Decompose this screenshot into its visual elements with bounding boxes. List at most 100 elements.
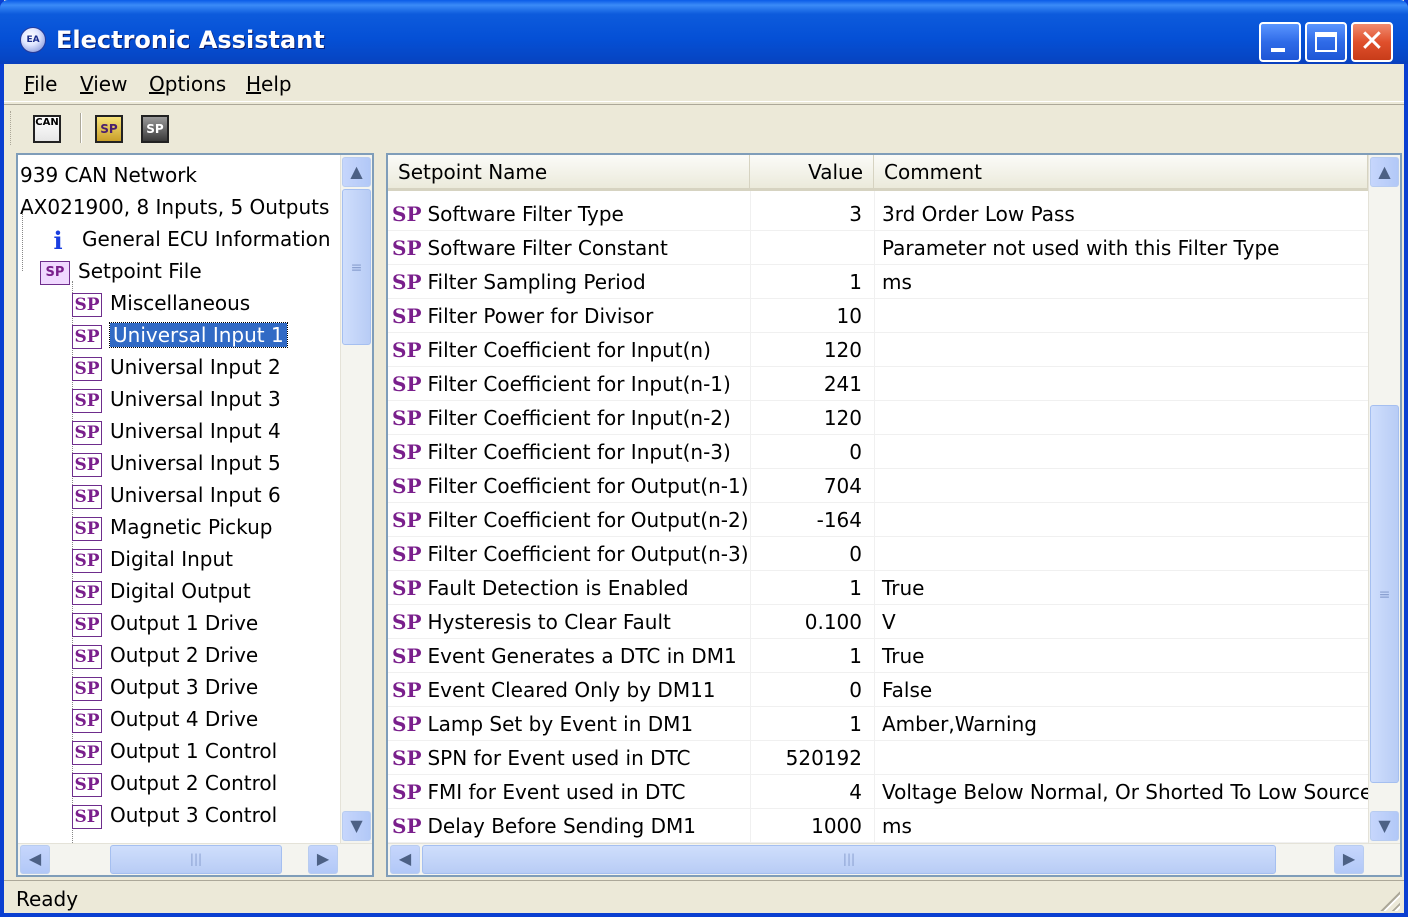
list-horizontal-scrollbar[interactable]: ◀ ||| ▶ <box>388 843 1400 875</box>
setpoint-value[interactable]: 3 <box>750 197 862 231</box>
setpoint-value[interactable]: 120 <box>750 401 862 435</box>
tree-node-setpoint-file[interactable]: SP Setpoint File <box>40 255 202 287</box>
setpoint-row[interactable]: SP Filter Coefficient for Input(n-3) 0 <box>388 435 1368 469</box>
setpoint-list[interactable]: Setpoint Name Value Comment SP Software F… <box>386 153 1402 877</box>
setpoint-value[interactable]: 1 <box>750 571 862 605</box>
tree-node-setpoint-group[interactable]: SP Output 3 Control <box>72 799 277 831</box>
scroll-up-button[interactable]: ▲ <box>342 157 371 187</box>
scroll-down-button[interactable]: ▼ <box>1370 811 1399 841</box>
setpoint-row[interactable]: SP Filter Coefficient for Input(n-1) 241 <box>388 367 1368 401</box>
save-setpoint-button[interactable]: SP <box>140 115 170 145</box>
scroll-right-button[interactable]: ▶ <box>1334 845 1364 874</box>
setpoint-value[interactable]: 10 <box>750 299 862 333</box>
setpoint-row[interactable]: SP Filter Power for Divisor 10 <box>388 299 1368 333</box>
tree-node-setpoint-group[interactable]: SP Output 4 Drive <box>72 703 258 735</box>
setpoint-row[interactable]: SP SPN for Event used in DTC 520192 <box>388 741 1368 775</box>
tree-node-setpoint-group[interactable]: SP Magnetic Pickup <box>72 511 272 543</box>
tree-node-setpoint-group[interactable]: SP Universal Input 3 <box>72 383 281 415</box>
tree-node-setpoint-group[interactable]: SP Output 2 Drive <box>72 639 258 671</box>
menu-file[interactable]: File <box>24 72 57 96</box>
setpoint-row[interactable]: SP Filter Coefficient for Input(n) 120 <box>388 333 1368 367</box>
tree-node-setpoint-group[interactable]: SP Output 1 Drive <box>72 607 258 639</box>
tree-node-setpoint-group[interactable]: SP Miscellaneous <box>72 287 250 319</box>
open-setpoint-button[interactable]: SP <box>94 115 124 145</box>
setpoint-row[interactable]: SP Lamp Set by Event in DM1 1 Amber,Warning <box>388 707 1368 741</box>
tree-node-setpoint-group[interactable]: SP Output 3 Drive <box>72 671 258 703</box>
setpoint-value[interactable]: 1000 <box>750 809 862 843</box>
setpoint-row[interactable]: SP Event Cleared Only by DM11 0 False <box>388 673 1368 707</box>
list-vertical-scrollbar[interactable]: ▲ ≡ ▼ <box>1368 155 1400 843</box>
setpoint-value[interactable]: 520192 <box>750 741 862 775</box>
tree-node-setpoint-group[interactable]: SP Universal Input 4 <box>72 415 281 447</box>
setpoint-value[interactable]: 120 <box>750 333 862 367</box>
setpoint-row[interactable]: SP Delay Before Sending DM1 1000 ms <box>388 809 1368 843</box>
tree-node-setpoint-group[interactable]: SP Universal Input 1 <box>72 319 288 351</box>
tree-node-setpoint-group[interactable]: SP Universal Input 6 <box>72 479 281 511</box>
scroll-thumb[interactable]: ||| <box>422 845 1276 874</box>
setpoint-row[interactable]: SP Filter Coefficient for Output(n-1) 704 <box>388 469 1368 503</box>
setpoint-icon: SP <box>72 356 102 381</box>
setpoint-value[interactable]: 1 <box>750 707 862 741</box>
setpoint-comment: Amber,Warning <box>882 712 1037 736</box>
scroll-thumb[interactable]: ≡ <box>342 189 371 345</box>
setpoint-row[interactable]: SP Filter Coefficient for Output(n-3) 0 <box>388 537 1368 571</box>
tree-horizontal-scrollbar[interactable]: ◀ ||| ▶ <box>18 843 372 875</box>
title-bar[interactable]: EA Electronic Assistant ✕ <box>0 0 1408 64</box>
scroll-thumb[interactable]: ||| <box>110 845 282 874</box>
tree-node-setpoint-group[interactable]: SP Output 1 Control <box>72 735 277 767</box>
tree-node-setpoint-group[interactable]: SP Universal Input 2 <box>72 351 281 383</box>
setpoint-name: Filter Power for Divisor <box>427 304 654 328</box>
setpoint-row[interactable]: SP Filter Coefficient for Output(n-2) -164 <box>388 503 1368 537</box>
scroll-down-button[interactable]: ▼ <box>342 811 371 841</box>
setpoint-icon: SP <box>72 484 102 509</box>
can-connect-button[interactable]: CAN <box>32 115 62 145</box>
scroll-thumb[interactable]: ≡ <box>1370 405 1399 783</box>
tree-vertical-scrollbar[interactable]: ▲ ≡ ▼ <box>340 155 372 843</box>
column-header-comment[interactable]: Comment <box>874 155 1368 191</box>
menu-options[interactable]: Options <box>149 72 226 96</box>
setpoint-value[interactable]: 1 <box>750 639 862 673</box>
tree-view[interactable]: 939 CAN Network AX021900, 8 Inputs, 5 Ou… <box>16 153 374 877</box>
setpoint-value[interactable]: 0 <box>750 537 862 571</box>
tree-node-can-network[interactable]: 939 CAN Network <box>20 159 197 191</box>
setpoint-row[interactable]: SP Filter Sampling Period 1 ms <box>388 265 1368 299</box>
setpoint-value[interactable]: 704 <box>750 469 862 503</box>
minimize-button[interactable] <box>1259 22 1301 62</box>
tree-node-setpoint-group[interactable]: SP Digital Output <box>72 575 251 607</box>
ea-logo-icon[interactable]: EA <box>20 27 46 53</box>
setpoint-row[interactable]: SP FMI for Event used in DTC 4 Voltage Belo… <box>388 775 1372 809</box>
column-header-setpoint-name[interactable]: Setpoint Name <box>388 155 750 191</box>
setpoint-value[interactable]: 0 <box>750 435 862 469</box>
menu-help[interactable]: Help <box>246 72 292 96</box>
setpoint-value[interactable]: 4 <box>750 775 862 809</box>
setpoint-value[interactable]: -164 <box>750 503 862 537</box>
tree-node-setpoint-group[interactable]: SP Digital Input <box>72 543 233 575</box>
tree-node-general-ecu[interactable]: i General ECU Information <box>48 223 330 255</box>
setpoint-row[interactable]: SP Software Filter Constant Parameter not … <box>388 231 1368 265</box>
maximize-button[interactable] <box>1305 22 1347 62</box>
setpoint-value[interactable]: 1 <box>750 265 862 299</box>
close-icon: ✕ <box>1359 24 1385 59</box>
tree-node-setpoint-group[interactable]: SP Output 2 Control <box>72 767 277 799</box>
scroll-right-button[interactable]: ▶ <box>308 845 338 874</box>
setpoint-value[interactable]: 0.100 <box>750 605 862 639</box>
resize-grip-icon[interactable] <box>1376 887 1400 911</box>
toolbar-grip[interactable] <box>10 111 13 145</box>
setpoint-row[interactable]: SP Software Filter Type 3 3rd Order Low Pas… <box>388 197 1368 231</box>
scroll-up-button[interactable]: ▲ <box>1370 157 1399 187</box>
setpoint-row[interactable]: SP Filter Coefficient for Input(n-2) 120 <box>388 401 1368 435</box>
scroll-left-button[interactable]: ◀ <box>390 845 420 874</box>
column-header-value[interactable]: Value <box>750 155 874 191</box>
setpoint-comment: True <box>882 644 925 668</box>
setpoint-row[interactable]: SP Hysteresis to Clear Fault 0.100 V <box>388 605 1368 639</box>
setpoint-row[interactable]: SP Fault Detection is Enabled 1 True <box>388 571 1368 605</box>
tree-node-device[interactable]: AX021900, 8 Inputs, 5 Outputs <box>20 191 329 223</box>
tree-node-setpoint-group[interactable]: SP Universal Input 5 <box>72 447 281 479</box>
close-button[interactable]: ✕ <box>1351 22 1393 62</box>
setpoint-icon: SP <box>392 508 422 532</box>
menu-view[interactable]: View <box>80 72 127 96</box>
setpoint-row[interactable]: SP Event Generates a DTC in DM1 1 True <box>388 639 1368 673</box>
setpoint-value[interactable]: 0 <box>750 673 862 707</box>
setpoint-value[interactable]: 241 <box>750 367 862 401</box>
scroll-left-button[interactable]: ◀ <box>20 845 50 874</box>
